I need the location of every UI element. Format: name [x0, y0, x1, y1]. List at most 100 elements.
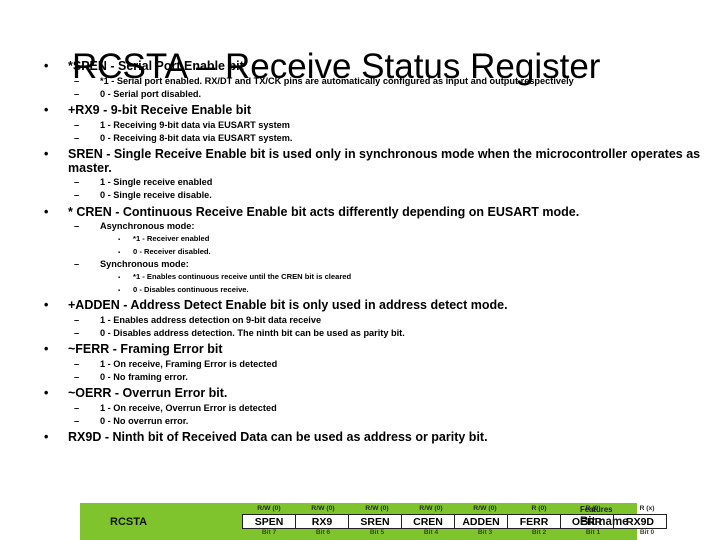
- list-item-text: 1 - Enables address detection on 9-bit d…: [100, 314, 322, 325]
- bit-access-label: R/W (0): [257, 505, 281, 512]
- bullet-marker-icon: –: [74, 358, 80, 369]
- list-item-text: *1 - Enables continuous receive until th…: [133, 272, 352, 282]
- list-item: – 0 - Single receive disable.: [0, 189, 720, 202]
- list-item: – 1 - Receiving 9-bit data via EUSART sys…: [0, 119, 720, 132]
- list-item: • +ADDEN - Address Detect Enable bit is o…: [0, 298, 720, 313]
- list-item-text: * CREN - Continuous Receive Enable bit a…: [68, 204, 580, 219]
- bullet-marker-icon: ▪: [118, 287, 121, 294]
- list-item-text: +ADDEN - Address Detect Enable bit is on…: [68, 298, 508, 313]
- bullet-marker-icon: –: [74, 177, 80, 188]
- bit-cell[interactable]: SPEN: [242, 514, 296, 529]
- list-item-text: 0 - No overrun error.: [100, 416, 189, 427]
- bullet-marker-icon: –: [74, 75, 80, 86]
- list-item: – Synchronous mode:: [0, 258, 720, 271]
- bullet-marker-icon: –: [74, 416, 80, 427]
- list-item-text: Asynchronous mode:: [100, 221, 195, 232]
- list-item: • ~OERR - Overrun Error bit.: [0, 386, 720, 401]
- bullet-marker-icon: –: [74, 190, 80, 201]
- bit-access-label: R/W (0): [419, 505, 443, 512]
- bit-name-label: Bit name: [580, 516, 629, 528]
- list-item: – 0 - Receiving 8-bit data via EUSART sys…: [0, 132, 720, 145]
- list-item: ▪ 0 - Receiver disabled.: [0, 246, 720, 258]
- bit-access-label: R (0): [531, 505, 547, 512]
- list-item-text: 1 - On receive, Framing Error is detecte…: [100, 358, 278, 369]
- list-item: – 1 - Single receive enabled: [0, 176, 720, 189]
- list-item: • * CREN - Continuous Receive Enable bit …: [0, 204, 720, 220]
- bit-access-label: R (x): [639, 505, 655, 512]
- list-item: – 0 - No overrun error.: [0, 415, 720, 428]
- list-item: ▪ *1 - Receiver enabled: [0, 233, 720, 245]
- bullet-list: • *SPEN - Serial Port Enable bit – *1 - Ser…: [0, 59, 720, 446]
- bit-cell[interactable]: ADDEN: [454, 514, 508, 529]
- list-item: ▪ *1 - Enables continuous receive until t…: [0, 271, 720, 283]
- list-item: • *SPEN - Serial Port Enable bit: [0, 59, 720, 74]
- list-item-text: 0 - No framing error.: [100, 372, 188, 383]
- list-item: • RX9D - Ninth bit of Received Data can b…: [0, 430, 720, 445]
- bit-number-label: Bit 0: [639, 529, 655, 536]
- list-item: – 1 - Enables address detection on 9-bit …: [0, 314, 720, 327]
- list-item: ▪ 0 - Disables continuous receive.: [0, 284, 720, 296]
- bullet-marker-icon: •: [44, 386, 49, 401]
- list-item-text: 1 - Receiving 9-bit data via EUSART syst…: [100, 119, 290, 130]
- bit-cell[interactable]: RX9: [295, 514, 349, 529]
- list-item: – *1 - Serial port enabled. RX/DT and TX/…: [0, 75, 720, 88]
- bullet-marker-icon: –: [74, 314, 80, 325]
- list-item-text: 0 - Disables address detection. The nint…: [100, 328, 405, 339]
- bit-number-label: Bit 1: [585, 529, 601, 536]
- bit-cell[interactable]: FERR: [507, 514, 561, 529]
- list-item-text: 0 - Disables continuous receive.: [133, 284, 249, 294]
- slide: RCSTA – Receive Status Register • *SPEN -…: [0, 0, 720, 540]
- list-item-text: 1 - Single receive enabled: [100, 177, 213, 188]
- bit-access-label: R/W (0): [311, 505, 335, 512]
- bullet-marker-icon: •: [44, 147, 49, 161]
- bit-access-label: R/W (0): [365, 505, 389, 512]
- list-item-text: 0 - Single receive disable.: [100, 190, 212, 201]
- list-item: • ~FERR - Framing Error bit: [0, 342, 720, 357]
- bullet-marker-icon: •: [44, 59, 49, 73]
- bit-number-label: Bit 5: [369, 529, 385, 536]
- bit-number-label: Bit 3: [477, 529, 493, 536]
- list-item-text: *SPEN - Serial Port Enable bit: [68, 59, 244, 73]
- bullet-marker-icon: •: [44, 298, 49, 313]
- bit-number-label: Bit 2: [531, 529, 547, 536]
- list-item: – 0 - Disables address detection. The nin…: [0, 327, 720, 340]
- list-item: – 1 - On receive, Overrun Error is detect…: [0, 402, 720, 415]
- bullet-marker-icon: –: [74, 221, 80, 232]
- bit-number-row: Bit 7 Bit 6 Bit 5 Bit 4 Bit 3 Bit 2 Bit 1 Bit 0: [242, 529, 674, 536]
- list-item-text: SREN - Single Receive Enable bit is used…: [68, 147, 701, 175]
- bullet-marker-icon: –: [74, 119, 80, 130]
- bullet-marker-icon: •: [44, 430, 49, 445]
- list-item-text: ~OERR - Overrun Error bit.: [68, 386, 228, 401]
- bit-access-label: R/W (0): [473, 505, 497, 512]
- list-item-text: 0 - Receiver disabled.: [133, 246, 211, 256]
- bullet-marker-icon: •: [44, 204, 49, 219]
- list-item: – Asynchronous mode:: [0, 220, 720, 233]
- bullet-marker-icon: –: [74, 328, 80, 339]
- bullet-marker-icon: –: [74, 372, 80, 383]
- list-item-text: *1 - Serial port enabled. RX/DT and TX/C…: [100, 75, 574, 86]
- bullet-marker-icon: –: [74, 132, 80, 143]
- bit-number-label: Bit 7: [261, 529, 277, 536]
- bit-cell[interactable]: CREN: [401, 514, 455, 529]
- bit-number-label: Bit 4: [423, 529, 439, 536]
- list-item: – 0 - No framing error.: [0, 371, 720, 384]
- bullet-marker-icon: –: [74, 88, 80, 99]
- list-item-text: 0 - Receiving 8-bit data via EUSART syst…: [100, 132, 293, 143]
- bit-cell[interactable]: SREN: [348, 514, 402, 529]
- list-item: – 1 - On receive, Framing Error is detect…: [0, 358, 720, 371]
- bullet-marker-icon: –: [74, 259, 80, 270]
- list-item-text: Synchronous mode:: [100, 259, 189, 270]
- list-item-text: *1 - Receiver enabled: [133, 234, 210, 244]
- list-item: • SREN - Single Receive Enable bit is use…: [0, 147, 720, 175]
- list-item: – 0 - Serial port disabled.: [0, 88, 720, 101]
- list-item-text: +RX9 - 9-bit Receive Enable bit: [68, 103, 252, 117]
- bullet-marker-icon: –: [74, 402, 80, 413]
- list-item-text: ~FERR - Framing Error bit: [68, 342, 223, 357]
- bullet-marker-icon: •: [44, 103, 49, 117]
- list-item-text: RX9D - Ninth bit of Received Data can be…: [68, 430, 488, 445]
- bit-number-label: Bit 6: [315, 529, 331, 536]
- list-item-text: 1 - On receive, Overrun Error is detecte…: [100, 402, 277, 413]
- register-name-label: RCSTA: [110, 516, 148, 528]
- bullet-marker-icon: •: [44, 342, 49, 357]
- features-label: Features: [580, 505, 613, 514]
